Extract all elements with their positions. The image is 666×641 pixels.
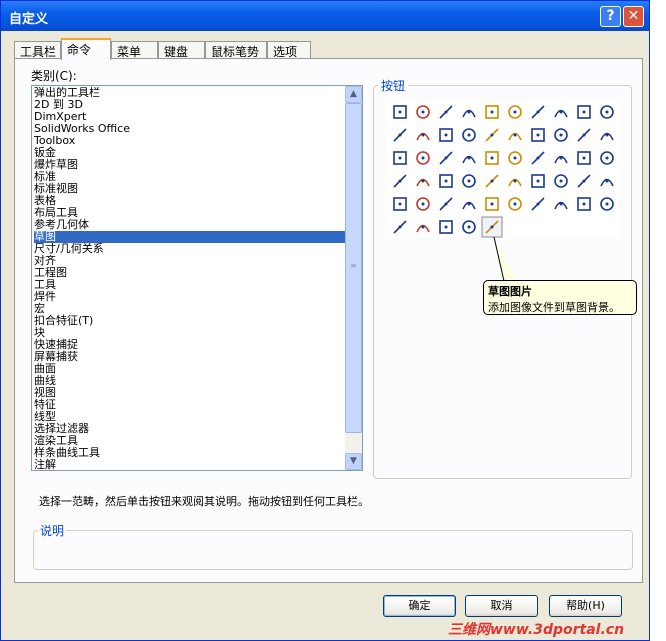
chamfer-icon[interactable] [416,178,430,187]
tab-toolbars[interactable]: 工具栏 [14,41,61,59]
convert-entities-icon[interactable] [531,174,545,188]
offset-icon[interactable] [439,174,453,188]
diamond-icon[interactable] [600,105,614,119]
sketch-edit-icon[interactable] [439,105,453,119]
intersection-curve-icon[interactable] [554,174,568,188]
asterisk-icon[interactable] [577,151,591,165]
linear-pattern-icon[interactable] [531,197,545,211]
scale-icon[interactable] [462,201,476,210]
point-icon[interactable] [531,151,545,165]
stretch-icon[interactable] [508,197,522,211]
three-point-arc-icon[interactable] [600,132,614,141]
parallelogram-icon[interactable] [416,132,430,141]
circle-icon[interactable] [531,128,545,142]
rotate-icon[interactable] [439,197,453,211]
modify-icon[interactable] [439,220,453,234]
window-title: 自定义 [9,12,49,27]
point-cloud-icon[interactable] [393,220,407,234]
buttons-group-label: 按钮 [378,77,409,94]
category-list[interactable]: 弹出的工具栏 2D 到 3D DimXpert SolidWorks Office To… [31,85,363,471]
scroll-thumb[interactable]: ≡ [345,103,362,433]
parabola-icon[interactable] [462,155,476,164]
close-button[interactable]: ✕ [623,6,644,27]
tab-mouse-gestures[interactable]: 鼠标笔势 [205,41,267,59]
select-arrow-icon[interactable] [393,105,407,119]
center-rectangle-icon[interactable] [577,105,591,119]
category-scrollbar[interactable]: ▲ ≡ ▼ [345,86,362,470]
partial-ellipse-icon[interactable] [416,151,430,165]
tooltip: 草图图片 添加图像文件到草图背景。 [483,280,637,315]
grid-pattern-icon[interactable] [600,197,614,211]
circular-pattern-icon[interactable] [554,201,568,210]
help-title-button[interactable]: ? [600,6,621,27]
grid-icon[interactable] [416,105,430,119]
watermark: 三维网www.3dportal.cn [448,622,625,638]
spline-surface-icon[interactable] [508,151,522,165]
scroll-up-icon[interactable]: ▲ [345,86,362,103]
tab-options[interactable]: 选项 [267,41,311,59]
perimeter-circle-icon[interactable] [554,128,568,142]
cancel-button[interactable]: 取消 [465,595,538,617]
command-buttons [386,100,620,238]
tab-commands[interactable]: 命令 [61,38,111,60]
centerline-icon[interactable] [554,155,568,164]
face-curves-icon[interactable] [577,174,591,188]
customize-dialog: 自定义 ? ✕ 工具栏 命令 菜单 键盘 鼠标笔势 选项 类别(C): 弹出的工… [0,0,650,641]
copy-icon[interactable] [485,197,499,211]
title-bar: 自定义 ? ✕ [1,1,649,31]
extend-icon[interactable] [485,174,499,188]
tangent-arc-icon[interactable] [577,128,591,142]
dynamic-mirror-icon[interactable] [393,197,407,211]
3d-sketch-icon[interactable] [462,109,476,118]
corner-point-icon[interactable] [393,128,407,142]
block-icon[interactable] [577,197,591,211]
line-icon[interactable] [531,105,545,119]
command-buttons-grid [393,105,614,238]
smart-sketch-icon[interactable] [508,105,522,119]
three-point-slot-icon[interactable] [508,132,522,141]
text-icon[interactable] [600,151,614,165]
category-item[interactable]: 注解 [34,459,56,471]
rectangle-icon[interactable] [554,109,568,118]
description-label: 说明 [38,522,67,539]
spline-icon[interactable] [485,151,499,165]
ellipse-icon[interactable] [439,151,453,165]
split-icon[interactable] [508,178,522,187]
centerpoint-arc-icon[interactable] [393,151,407,165]
tooltip-title: 草图图片 [488,285,532,298]
description-group [33,530,633,570]
tab-menus[interactable]: 菜单 [111,41,158,59]
fillet-icon[interactable] [393,174,407,188]
ok-button[interactable]: 确定 [383,595,456,617]
scroll-down-icon[interactable]: ▼ [345,453,362,470]
mirror-icon[interactable] [600,178,614,187]
trim-icon[interactable] [462,174,476,188]
instruction-text: 选择一范畴，然后单击按钮来观阅其说明。拖动按钮到任何工具栏。 [39,495,369,508]
center-slot-icon[interactable] [462,128,476,142]
tooltip-text: 添加图像文件到草图背景。 [488,301,620,314]
category-label: 类别(C): [31,69,77,83]
relations-icon[interactable] [462,220,476,234]
help-button[interactable]: 帮助(H) [549,595,622,617]
tab-keyboard[interactable]: 键盘 [158,41,205,59]
move-icon[interactable] [416,197,430,211]
loop-icon[interactable] [416,224,430,233]
sketch-plane-icon[interactable] [485,105,499,119]
arc-slot-icon[interactable] [485,128,499,142]
slot-icon[interactable] [439,128,453,142]
